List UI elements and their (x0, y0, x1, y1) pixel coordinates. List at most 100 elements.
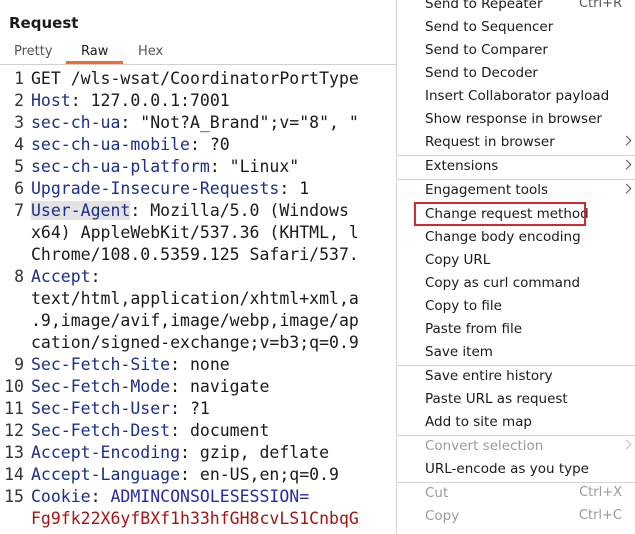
menu-item-paste-url-as-request[interactable]: Paste URL as request (397, 389, 635, 411)
menu-item-label: Engagement tools (425, 182, 548, 198)
menu-item-send-to-sequencer[interactable]: Send to Sequencer (397, 17, 635, 39)
line-number: 10 (4, 377, 24, 396)
menu-item-cut[interactable]: Cut Ctrl+X (397, 483, 635, 505)
header-key: Cookie (31, 487, 91, 506)
header-key: Sec-Fetch-Dest (31, 421, 171, 440)
menu-item-extensions[interactable]: Extensions (397, 156, 635, 178)
menu-item-label: Show response in browser (425, 111, 602, 127)
line-content: Sec-Fetch-Dest: document (31, 420, 269, 442)
menu-item-label: Save entire history (425, 368, 553, 384)
menu-item-label: Cut (425, 485, 449, 501)
menu-item-copy-to-file[interactable]: Copy to file (397, 296, 635, 318)
menu-item-label: Copy to file (425, 298, 502, 314)
header-value: : (90, 487, 111, 506)
cookie-name: ADMINCONSOLESESSION= (110, 487, 310, 506)
menu-item-add-to-site-map[interactable]: Add to site map (397, 412, 635, 434)
submenu-arrow-icon (621, 159, 632, 170)
menu-item-label: Change body encoding (425, 229, 581, 245)
menu-item-label: Send to Sequencer (425, 19, 554, 35)
menu-item-copy-as-curl[interactable]: Copy as curl command (397, 273, 635, 295)
header-value: : (90, 267, 101, 286)
menu-item-send-to-decoder[interactable]: Send to Decoder (397, 63, 635, 85)
line-number: 6 (14, 179, 24, 198)
line-content: Host: 127.0.0.1:7001 (31, 90, 230, 112)
submenu-arrow-icon (621, 183, 632, 194)
menu-item-label: Request in browser (425, 134, 555, 150)
line-content: Accept: (31, 266, 101, 288)
menu-item-label: Save item (425, 344, 493, 360)
menu-item-label: Send to Comparer (425, 42, 548, 58)
line-content: Sec-Fetch-User: ?1 (31, 398, 210, 420)
submenu-arrow-icon (621, 135, 632, 146)
header-key: sec-ch-ua-platform (31, 157, 210, 176)
menu-item-save-entire-history[interactable]: Save entire history (397, 366, 635, 388)
request-editor[interactable]: 1 GET /wls-wsat/CoordinatorPortType 2 Ho… (0, 66, 396, 534)
header-value: : navigate (170, 377, 270, 396)
menu-item-send-to-repeater[interactable]: Send to Repeater Ctrl+R (397, 0, 635, 16)
menu-item-shortcut: Ctrl+X (579, 485, 622, 500)
menu-item-label: Extensions (425, 158, 499, 174)
submenu-arrow-icon (621, 439, 632, 450)
line-number: 8 (14, 267, 24, 286)
panel-title: Request (9, 14, 79, 32)
line-content: Upgrade-Insecure-Requests: 1 (31, 178, 309, 200)
line-number: 1 (14, 69, 24, 88)
menu-item-send-to-comparer[interactable]: Send to Comparer (397, 40, 635, 62)
menu-item-save-item[interactable]: Save item (397, 342, 635, 364)
line-content: Accept-Language: en-US,en;q=0.9 (31, 464, 339, 486)
menu-item-copy[interactable]: Copy Ctrl+C (397, 506, 635, 528)
context-menu: Send to Repeater Ctrl+R Send to Sequence… (396, 0, 635, 534)
line-number: 11 (4, 399, 24, 418)
line-content: text/html,application/xhtml+xml,a (31, 289, 359, 308)
header-key: sec-ch-ua (31, 113, 121, 132)
menu-item-label: Add to site map (425, 414, 532, 430)
line-content: GET /wls-wsat/CoordinatorPortType (31, 68, 359, 90)
menu-item-label: Copy URL (425, 252, 491, 268)
menu-item-convert-selection[interactable]: Convert selection (397, 436, 635, 458)
line-content: Sec-Fetch-Site: none (31, 354, 230, 376)
line-content: x64) AppleWebKit/537.36 (KHTML, l (31, 223, 359, 242)
menu-item-paste-from-file[interactable]: Paste from file (397, 319, 635, 341)
header-value: : 127.0.0.1:7001 (70, 91, 230, 110)
line-content: sec-ch-ua-platform: "Linux" (31, 156, 299, 178)
menu-item-label: Copy as curl command (425, 275, 581, 291)
menu-item-shortcut: Ctrl+C (578, 508, 622, 523)
header-value: : Mozilla/5.0 (Windows (130, 201, 349, 220)
line-number: 13 (4, 443, 24, 462)
header-key: Accept-Encoding (31, 443, 181, 462)
menu-item-show-response-in-browser[interactable]: Show response in browser (397, 109, 635, 131)
header-value: GET /wls-wsat/CoordinatorPortType (31, 69, 359, 88)
highlight-box (414, 202, 586, 226)
line-content: .9,image/avif,image/webp,image/ap (31, 311, 359, 330)
menu-item-request-in-browser[interactable]: Request in browser (397, 132, 635, 154)
tab-raw[interactable]: Raw (81, 44, 108, 59)
line-content: sec-ch-ua-mobile: ?0 (31, 134, 230, 156)
menu-item-copy-url[interactable]: Copy URL (397, 250, 635, 272)
menu-item-label: Convert selection (425, 438, 544, 454)
menu-item-engagement-tools[interactable]: Engagement tools (397, 180, 635, 202)
line-content: cation/signed-exchange;v=b3;q=0.9 (31, 333, 359, 352)
line-number: 7 (14, 201, 24, 220)
header-key: Host (31, 91, 71, 110)
menu-item-label: Send to Decoder (425, 65, 538, 81)
line-number: 2 (14, 91, 24, 110)
menu-item-change-body-encoding[interactable]: Change body encoding (397, 227, 635, 249)
menu-item-insert-collaborator-payload[interactable]: Insert Collaborator payload (397, 86, 635, 108)
active-tab-indicator (66, 61, 123, 64)
tab-hex[interactable]: Hex (138, 44, 163, 59)
menu-item-shortcut: Ctrl+R (578, 0, 622, 11)
header-key: Sec-Fetch-Mode (31, 377, 171, 396)
line-content: User-Agent: Mozilla/5.0 (Windows (31, 200, 349, 222)
line-number: 3 (14, 113, 24, 132)
menu-item-label: Copy (425, 508, 460, 524)
line-number: 5 (14, 157, 24, 176)
line-number: 15 (4, 487, 24, 506)
header-key: sec-ch-ua-mobile (31, 135, 190, 154)
header-value: : en-US,en;q=0.9 (180, 465, 339, 484)
header-key: Accept-Language (31, 465, 181, 484)
cookie-value: Fg9fk22X6yfBXf1h33hfGH8cvLS1CnbqG (31, 509, 359, 528)
tab-pretty[interactable]: Pretty (14, 44, 53, 59)
line-content: Sec-Fetch-Mode: navigate (31, 376, 269, 398)
line-content: Chrome/108.0.5359.125 Safari/537. (31, 245, 359, 264)
menu-item-url-encode-as-you-type[interactable]: URL-encode as you type (397, 459, 635, 481)
